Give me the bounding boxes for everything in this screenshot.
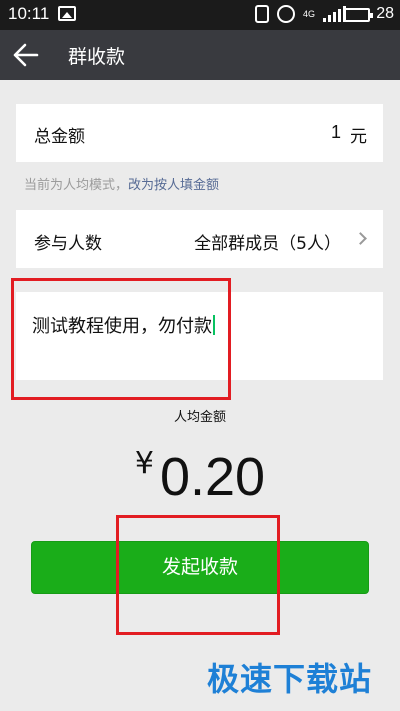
page-title: 群收款 <box>68 46 126 68</box>
alarm-icon <box>276 5 295 23</box>
start-collection-button[interactable]: 发起收款 <box>31 541 369 594</box>
network-type: 4G <box>302 8 315 19</box>
vibrate-icon <box>254 5 269 23</box>
mode-hint-text: 当前为人均模式， <box>24 178 129 193</box>
watermark: 极速下载站 <box>207 660 373 698</box>
status-time: 10:11 <box>8 4 50 23</box>
total-amount-label: 总金额 <box>34 127 85 147</box>
memo-input[interactable]: 测试教程使用，勿付款 <box>32 312 215 338</box>
total-amount-input[interactable]: 1 <box>331 122 341 143</box>
back-arrow-icon[interactable] <box>12 42 40 68</box>
participants-value: 全部群成员（5人） <box>194 234 341 254</box>
switch-mode-link[interactable]: 改为按人填金额 <box>128 178 219 193</box>
battery-icon <box>344 8 373 22</box>
title-bar: 群收款 <box>0 30 400 80</box>
status-bar: 10:11 4G 28 <box>0 0 400 30</box>
chevron-right-icon <box>354 232 367 245</box>
mode-hint: 当前为人均模式，改为按人填金额 <box>24 174 219 193</box>
per-person-amount: ¥0.20 <box>0 446 400 508</box>
participants-row[interactable]: 参与人数 全部群成员（5人） <box>16 210 383 268</box>
total-amount-unit: 元 <box>350 127 367 147</box>
memo-text: 测试教程使用，勿付款 <box>32 316 212 337</box>
battery-level: 28 <box>376 5 394 22</box>
participants-label: 参与人数 <box>34 234 102 254</box>
signal-icon <box>323 6 346 22</box>
image-notification-icon <box>58 6 76 21</box>
total-amount-row[interactable]: 总金额 1 元 <box>16 104 383 162</box>
text-cursor <box>213 315 215 335</box>
memo-field[interactable]: 测试教程使用，勿付款 <box>16 292 383 380</box>
per-person-value: 0.20 <box>159 447 266 507</box>
per-person-label: 人均金额 <box>173 410 226 425</box>
currency-symbol: ¥ <box>134 446 154 481</box>
status-icons: 4G <box>254 5 346 23</box>
